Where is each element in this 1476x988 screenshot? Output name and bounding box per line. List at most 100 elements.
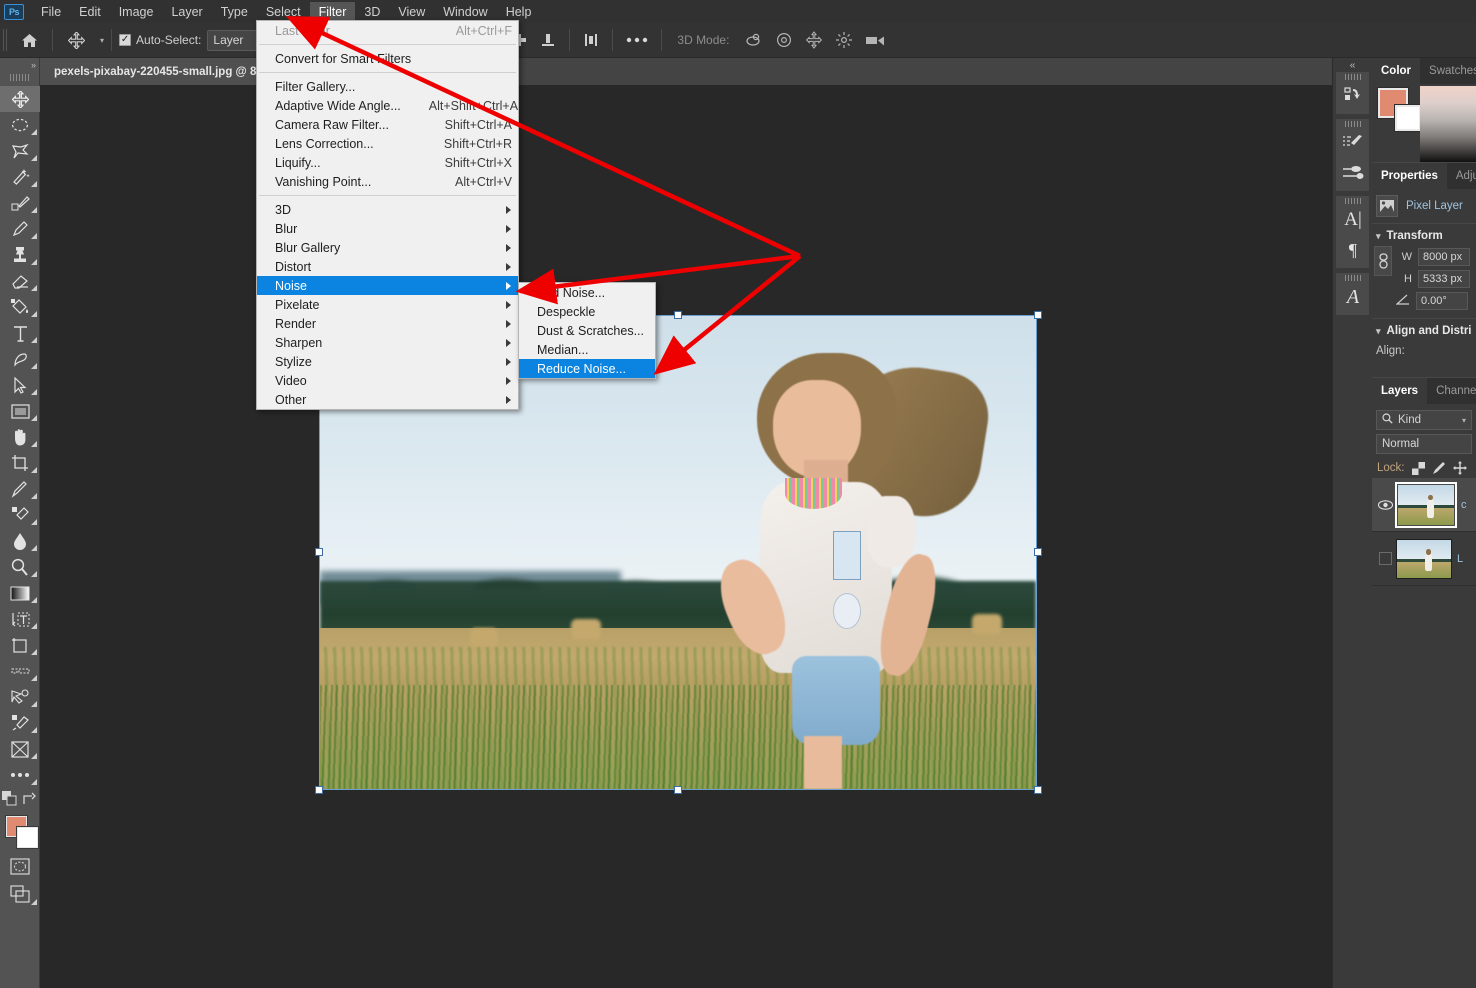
quick-selection-tool[interactable] xyxy=(0,684,40,710)
transform-handle-e[interactable] xyxy=(1034,548,1042,556)
rail-grip[interactable] xyxy=(1344,273,1361,282)
crop-tool[interactable] xyxy=(0,450,40,476)
menu-item-adaptive-wide-angle[interactable]: Adaptive Wide Angle... Alt+Shift+Ctrl+A xyxy=(257,96,518,115)
angle-input[interactable]: 0.00° xyxy=(1416,292,1468,310)
glyphs-icon[interactable]: A xyxy=(1336,282,1370,312)
tools-panel-grip[interactable] xyxy=(10,71,29,83)
layer-thumbnail[interactable] xyxy=(1395,537,1453,581)
hand-tool[interactable] xyxy=(0,424,40,450)
move-tool-options-caret[interactable]: ▾ xyxy=(100,36,104,45)
transform-handle-w[interactable] xyxy=(315,548,323,556)
tab-layers[interactable]: Layers xyxy=(1372,378,1428,404)
menu-item-video[interactable]: Video xyxy=(257,371,518,390)
screen-mode-icon[interactable] xyxy=(0,880,40,908)
menu-item-last-filter[interactable]: Last Filter Alt+Ctrl+F xyxy=(257,21,518,40)
menu-item-liquify[interactable]: Liquify... Shift+Ctrl+X xyxy=(257,153,518,172)
tab-properties[interactable]: Properties xyxy=(1372,163,1447,189)
roll-3d-icon[interactable] xyxy=(775,32,793,48)
canvas-area[interactable] xyxy=(40,85,1332,988)
transform-section-header[interactable]: ▾ Transform xyxy=(1372,224,1476,246)
blend-mode-dropdown[interactable]: Normal xyxy=(1376,434,1472,454)
more-tools[interactable] xyxy=(0,762,40,788)
brush-presets-icon[interactable] xyxy=(1336,158,1370,188)
background-color-swatch[interactable] xyxy=(16,826,39,849)
healing-brush-tool[interactable] xyxy=(0,502,40,528)
eraser-tool[interactable] xyxy=(0,268,40,294)
type-tool[interactable] xyxy=(0,320,40,346)
menu-item-other[interactable]: Other xyxy=(257,390,518,409)
lock-position-icon[interactable] xyxy=(1452,461,1467,475)
menu-edit[interactable]: Edit xyxy=(70,2,110,22)
menu-item-vanishing-point[interactable]: Vanishing Point... Alt+Ctrl+V xyxy=(257,172,518,191)
menu-item-pixelate[interactable]: Pixelate xyxy=(257,295,518,314)
default-colors-icon[interactable] xyxy=(2,790,18,810)
tab-channels[interactable]: Channels xyxy=(1427,378,1476,404)
move-tool[interactable] xyxy=(0,86,40,112)
menu-file[interactable]: File xyxy=(32,2,70,22)
menu-filter[interactable]: Filter xyxy=(309,1,356,22)
ellipsis-icon[interactable] xyxy=(626,37,648,43)
menu-item-lens-correction[interactable]: Lens Correction... Shift+Ctrl+R xyxy=(257,134,518,153)
menu-select[interactable]: Select xyxy=(257,2,310,22)
menu-type[interactable]: Type xyxy=(212,2,257,22)
home-icon[interactable] xyxy=(13,27,45,53)
mesh-tool[interactable] xyxy=(0,736,40,762)
menu-item-render[interactable]: Render xyxy=(257,314,518,333)
frame-tool[interactable] xyxy=(0,632,40,658)
color-picker[interactable] xyxy=(1372,84,1476,162)
layer-row[interactable]: L xyxy=(1372,532,1476,586)
orbit-3d-icon[interactable] xyxy=(743,32,763,48)
menu-window[interactable]: Window xyxy=(434,2,496,22)
layer-name[interactable]: c xyxy=(1461,499,1467,511)
eyedropper-2-tool[interactable] xyxy=(0,476,40,502)
rectangle-tool[interactable] xyxy=(0,398,40,424)
rail-grip[interactable] xyxy=(1344,72,1361,81)
height-input[interactable]: 5333 px xyxy=(1418,270,1470,288)
menu-help[interactable]: Help xyxy=(497,2,541,22)
pencil-tool[interactable] xyxy=(0,216,40,242)
menu-image[interactable]: Image xyxy=(110,2,163,22)
foreground-background-color[interactable] xyxy=(0,812,40,852)
magic-wand-tool[interactable] xyxy=(0,164,40,190)
menu-item-convert-smart-filters[interactable]: Convert for Smart Filters xyxy=(257,49,518,68)
lasso-tool[interactable] xyxy=(0,138,40,164)
library-icon[interactable] xyxy=(1336,81,1370,111)
layer-row[interactable]: c xyxy=(1372,478,1476,532)
character-icon[interactable]: A | xyxy=(1336,205,1370,235)
transform-handle-s[interactable] xyxy=(674,786,682,794)
chevron-double-left-icon[interactable]: « xyxy=(1333,58,1372,72)
lock-transparency-icon[interactable] xyxy=(1411,461,1425,475)
menu-item-median[interactable]: Median... xyxy=(519,340,655,359)
document-tab[interactable]: pexels-pixabay-220455-small.jpg @ 8.9 xyxy=(40,58,281,85)
tab-swatches[interactable]: Swatches xyxy=(1420,58,1476,84)
blur-tool[interactable] xyxy=(0,528,40,554)
move-tool-icon[interactable] xyxy=(60,27,92,53)
align-section-header[interactable]: ▾ Align and Distri xyxy=(1372,319,1476,341)
menu-item-distort[interactable]: Distort xyxy=(257,257,518,276)
rail-grip[interactable] xyxy=(1344,119,1361,128)
width-input[interactable]: 8000 px xyxy=(1418,248,1470,266)
clone-stamp-tool[interactable] xyxy=(0,242,40,268)
transform-handle-ne[interactable] xyxy=(1034,311,1042,319)
chevron-double-right-icon[interactable]: » xyxy=(0,58,39,71)
swap-colors-icon[interactable] xyxy=(22,792,37,809)
layer-visibility-toggle[interactable] xyxy=(1375,499,1395,510)
transform-handle-n[interactable] xyxy=(674,311,682,319)
tab-color[interactable]: Color xyxy=(1372,58,1421,84)
menu-item-despeckle[interactable]: Despeckle xyxy=(519,302,655,321)
lock-image-icon[interactable] xyxy=(1432,461,1446,475)
align-bottom-icon[interactable] xyxy=(540,32,556,48)
menu-layer[interactable]: Layer xyxy=(162,2,211,22)
options-bar-grip[interactable] xyxy=(3,29,9,51)
elliptical-marquee-tool[interactable] xyxy=(0,112,40,138)
path-selection-tool[interactable] xyxy=(0,372,40,398)
distribute-icon[interactable] xyxy=(583,32,599,48)
menu-item-3d[interactable]: 3D xyxy=(257,200,518,219)
layer-thumbnail[interactable] xyxy=(1395,481,1457,528)
vertical-type-tool[interactable] xyxy=(0,606,40,632)
tab-adjustments[interactable]: Adjus xyxy=(1447,163,1476,189)
layer-name[interactable]: L xyxy=(1457,553,1463,565)
slice-tool[interactable] xyxy=(0,658,40,684)
menu-item-reduce-noise[interactable]: Reduce Noise... xyxy=(519,359,655,378)
link-icon[interactable] xyxy=(1374,246,1392,276)
